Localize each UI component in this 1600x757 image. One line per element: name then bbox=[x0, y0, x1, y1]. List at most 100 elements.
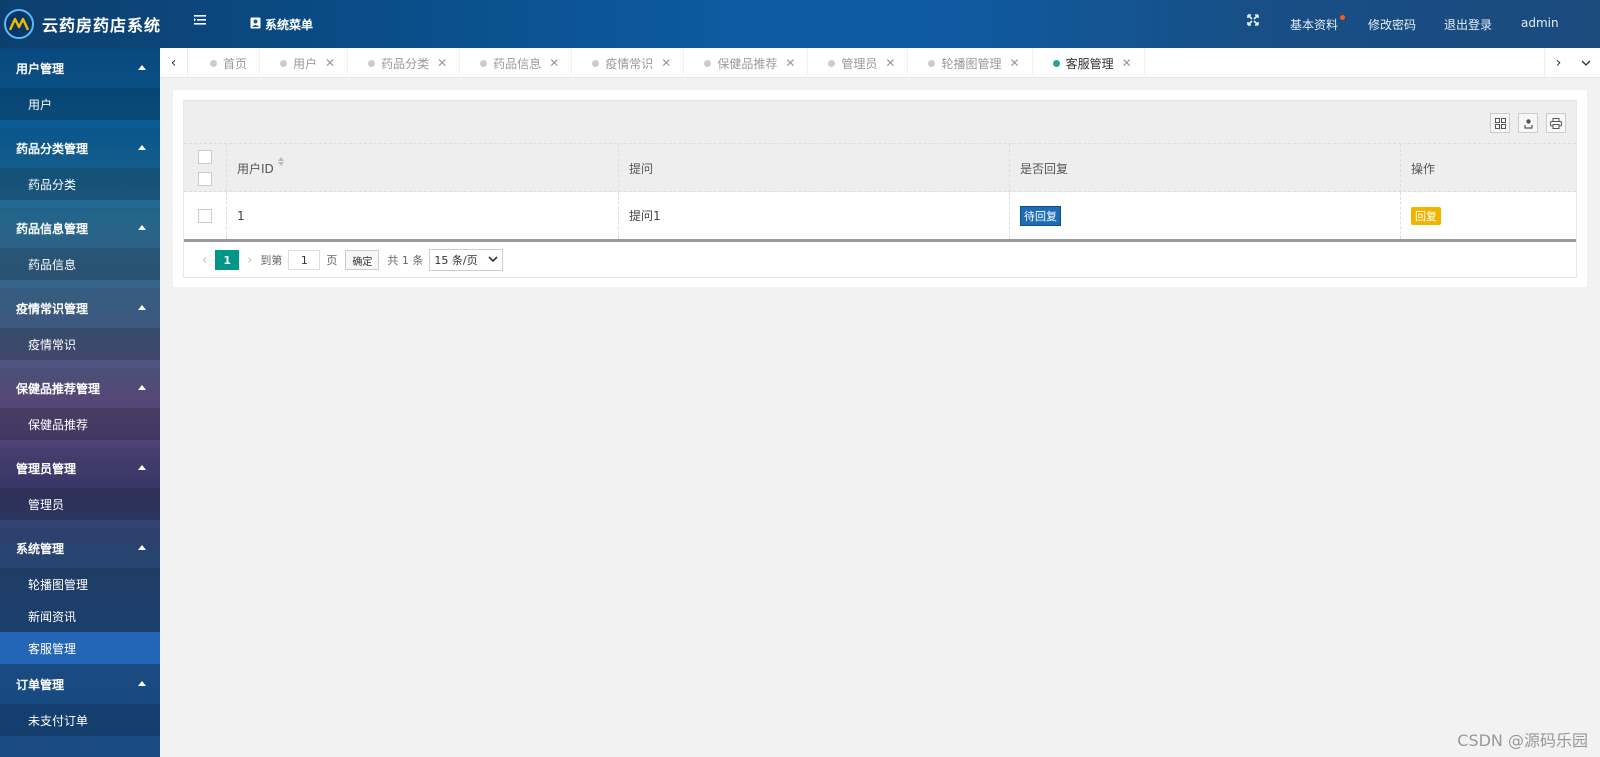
tab-carousel[interactable]: 轮播图管理 ✕ bbox=[908, 48, 1033, 78]
close-icon[interactable]: ✕ bbox=[437, 56, 447, 70]
tab-dropdown-chevron-down-icon[interactable] bbox=[1572, 48, 1600, 78]
logo[interactable]: 云药房药店系统 bbox=[4, 9, 161, 39]
close-icon[interactable]: ✕ bbox=[325, 56, 335, 70]
tab-drug-category[interactable]: 药品分类 ✕ bbox=[348, 48, 461, 78]
close-icon[interactable]: ✕ bbox=[885, 56, 895, 70]
print-icon[interactable] bbox=[1546, 113, 1566, 133]
export-icon[interactable] bbox=[1518, 113, 1538, 133]
select-all-checkbox[interactable] bbox=[198, 150, 212, 164]
tab-dot bbox=[368, 59, 376, 67]
sidebar-item-news[interactable]: 新闻资讯 bbox=[0, 600, 160, 632]
sidebar-group-admin[interactable]: 管理员管理 bbox=[0, 448, 160, 488]
tab-dot bbox=[828, 59, 836, 67]
tab-user[interactable]: 用户 ✕ bbox=[260, 48, 349, 78]
tab-dot bbox=[592, 59, 600, 67]
sidebar-item-drug-info[interactable]: 药品信息 bbox=[0, 248, 160, 280]
goto-page-input[interactable]: 1 bbox=[288, 250, 321, 270]
notification-dot bbox=[1340, 15, 1346, 20]
sidebar-group-drug-info[interactable]: 药品信息管理 bbox=[0, 208, 160, 248]
row-checkbox[interactable] bbox=[198, 208, 212, 223]
column-header-actions: 操作 bbox=[1411, 161, 1436, 176]
caret-up-icon bbox=[138, 145, 146, 150]
tab-dot bbox=[1052, 59, 1060, 67]
sidebar-group-epidemic[interactable]: 疫情常识管理 bbox=[0, 288, 160, 328]
top-header: 云药房药店系统 系统菜单 基本资料 修改密码 退出登录 admin bbox=[0, 0, 1600, 48]
tab-scroll-left-icon[interactable]: ‹ bbox=[160, 48, 188, 78]
close-icon[interactable]: ✕ bbox=[549, 56, 559, 70]
goto-label: 到第 bbox=[260, 254, 283, 267]
next-page-icon[interactable]: › bbox=[247, 253, 252, 268]
reply-button[interactable]: 回复 bbox=[1411, 206, 1441, 225]
sidebar-item-drug-category[interactable]: 药品分类 bbox=[0, 168, 160, 200]
sidebar-group-orders[interactable]: 订单管理 bbox=[0, 664, 160, 704]
tab-dot bbox=[280, 59, 288, 67]
total-count: 共 1 条 bbox=[387, 254, 424, 267]
tab-epidemic[interactable]: 疫情常识 ✕ bbox=[572, 48, 685, 78]
page-unit-label: 页 bbox=[326, 254, 338, 267]
sidebar-item-customer-service[interactable]: 客服管理 bbox=[0, 632, 160, 664]
sidebar-item-health-products[interactable]: 保健品推荐 bbox=[0, 408, 160, 440]
tab-bar: ‹ 首页 用户 ✕ 药品分类 ✕ 药品信息 ✕ 疫情常识 ✕ 保健品推荐 ✕ 管理员 ✕ 轮… bbox=[160, 48, 1600, 78]
close-icon[interactable]: ✕ bbox=[661, 56, 671, 70]
sidebar-item-epidemic[interactable]: 疫情常识 bbox=[0, 328, 160, 360]
fullscreen-icon[interactable] bbox=[1247, 14, 1259, 29]
sidebar: 用户管理 用户 药品分类管理 药品分类 药品信息管理 药品信息 疫情常识管理 疫… bbox=[0, 48, 160, 757]
sidebar-item-user[interactable]: 用户 bbox=[0, 88, 160, 120]
cell-question: 提问1 bbox=[629, 209, 661, 223]
prev-page-icon[interactable]: ‹ bbox=[202, 253, 207, 268]
change-password-link[interactable]: 修改密码 bbox=[1368, 16, 1416, 33]
logo-icon bbox=[4, 9, 34, 39]
goto-confirm-button[interactable]: 确定 bbox=[345, 250, 380, 270]
page-size-select[interactable]: 15 条/页 bbox=[429, 249, 503, 271]
close-icon[interactable]: ✕ bbox=[1122, 56, 1132, 70]
sidebar-group-drug-category[interactable]: 药品分类管理 bbox=[0, 128, 160, 168]
table-toolbar bbox=[184, 101, 1576, 144]
menu-toggle-icon[interactable] bbox=[194, 14, 206, 28]
caret-up-icon bbox=[138, 225, 146, 230]
admin-user-link[interactable]: admin bbox=[1521, 16, 1559, 30]
app-title: 云药房药店系统 bbox=[42, 16, 162, 35]
logout-link[interactable]: 退出登录 bbox=[1444, 16, 1492, 33]
tab-admin[interactable]: 管理员 ✕ bbox=[808, 48, 909, 78]
caret-up-icon bbox=[138, 65, 146, 70]
caret-up-icon bbox=[138, 545, 146, 550]
tab-drug-info[interactable]: 药品信息 ✕ bbox=[460, 48, 573, 78]
tab-home[interactable]: 首页 bbox=[190, 48, 261, 78]
tab-health-products[interactable]: 保健品推荐 ✕ bbox=[684, 48, 809, 78]
caret-up-icon bbox=[138, 465, 146, 470]
watermark: CSDN @源码乐园 bbox=[1457, 731, 1588, 750]
sidebar-item-admin[interactable]: 管理员 bbox=[0, 488, 160, 520]
table-header: 用户ID 提问 是否回复 操作 bbox=[184, 144, 1576, 192]
caret-up-icon bbox=[138, 305, 146, 310]
user-card-icon bbox=[250, 17, 261, 32]
tab-dot bbox=[704, 59, 712, 67]
close-icon[interactable]: ✕ bbox=[785, 56, 795, 70]
close-icon[interactable]: ✕ bbox=[1010, 56, 1020, 70]
tab-dot bbox=[210, 59, 217, 67]
caret-up-icon bbox=[138, 681, 146, 686]
system-menu-label: 系统菜单 bbox=[265, 18, 314, 32]
sidebar-item-carousel[interactable]: 轮播图管理 bbox=[0, 568, 160, 600]
tab-scroll-right-icon[interactable]: › bbox=[1544, 48, 1572, 78]
content-card: 用户ID 提问 是否回复 操作 1 提问1 待回复 回复 ‹ 1 › 到第 1 … bbox=[173, 90, 1587, 287]
sidebar-group-user[interactable]: 用户管理 bbox=[0, 48, 160, 88]
sort-icon[interactable] bbox=[277, 156, 284, 166]
pagination: ‹ 1 › 到第 1 页 确定 共 1 条 15 条/页 bbox=[184, 242, 1576, 278]
cell-user-id: 1 bbox=[237, 208, 245, 223]
tab-customer-service[interactable]: 客服管理 ✕ bbox=[1033, 48, 1145, 78]
system-menu-button[interactable]: 系统菜单 bbox=[250, 16, 313, 33]
select-all-checkbox-secondary[interactable] bbox=[198, 172, 212, 186]
column-header-user-id[interactable]: 用户ID bbox=[226, 144, 618, 192]
sidebar-group-system[interactable]: 系统管理 bbox=[0, 528, 160, 568]
basic-info-link[interactable]: 基本资料 bbox=[1290, 15, 1346, 33]
tab-list: 首页 用户 ✕ 药品分类 ✕ 药品信息 ✕ 疫情常识 ✕ 保健品推荐 ✕ 管理员 ✕ 轮播图… bbox=[190, 48, 1145, 78]
tab-dot bbox=[928, 59, 936, 67]
chevron-down-icon bbox=[488, 255, 498, 265]
column-filter-icon[interactable] bbox=[1490, 113, 1510, 133]
sidebar-item-unpaid-orders[interactable]: 未支付订单 bbox=[0, 704, 160, 736]
current-page-button[interactable]: 1 bbox=[215, 250, 240, 270]
sidebar-group-health-products[interactable]: 保健品推荐管理 bbox=[0, 368, 160, 408]
table-row: 1 提问1 待回复 回复 bbox=[184, 192, 1576, 242]
column-header-reply-status: 是否回复 bbox=[1020, 161, 1069, 176]
caret-up-icon bbox=[138, 385, 146, 390]
